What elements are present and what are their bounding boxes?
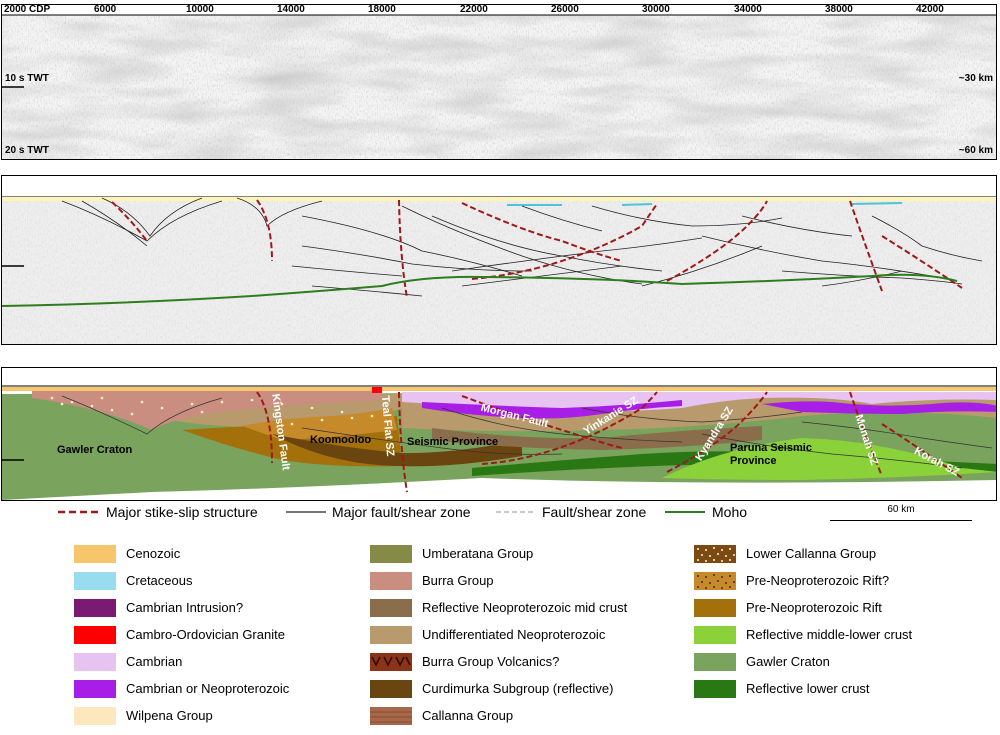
- interpreted-line-drawing-panel: [1, 175, 997, 345]
- seismic-section-panel: 2000 CDP 6000 10000 14000 18000 22000 26…: [1, 4, 997, 160]
- legend-label: Reflective Neoproterozoic mid crust: [422, 600, 628, 615]
- legend-swatch: [74, 545, 116, 563]
- cdp-tick-label: 22000: [460, 4, 488, 15]
- geological-section-panel: Gawler Craton Kingston Fault Koomooloo T…: [1, 367, 997, 501]
- legend-moho-label: Moho: [712, 504, 748, 520]
- legend-swatch: [370, 707, 412, 725]
- legend-label: Cambrian: [126, 654, 183, 669]
- legend-label: Umberatana Group: [422, 546, 534, 561]
- legend-label: Cambrian or Neoproterozoic: [126, 681, 290, 696]
- legend-swatch: [74, 572, 116, 590]
- granite-unit: [372, 387, 382, 393]
- legend-label: Undifferentiated Neoproterozoic: [422, 627, 606, 642]
- legend-swatch: [370, 572, 412, 590]
- seismic-noise: [2, 5, 996, 159]
- cdp-tick-label: 26000: [551, 4, 579, 15]
- label-koomooloo: Koomooloo: [310, 434, 372, 446]
- legend-label: Lower Callanna Group: [746, 546, 877, 561]
- depth-label-30km: ~30 km: [958, 73, 993, 84]
- legend-swatch: [370, 599, 412, 617]
- cdp-tick-label: 38000: [825, 4, 853, 15]
- cdp-tick-label: 42000: [916, 4, 944, 15]
- legend-swatch: [74, 599, 116, 617]
- cdp-tick-label: 6000: [94, 4, 117, 15]
- twt-label-20s: 20 s TWT: [5, 145, 49, 156]
- cdp-tick-label: 30000: [642, 4, 670, 15]
- legend-swatch: [74, 653, 116, 671]
- legend-label: Cenozoic: [126, 546, 181, 561]
- legend-label: Pre-Neoproterozoic Rift?: [746, 573, 890, 588]
- legend-label: Gawler Craton: [746, 654, 830, 669]
- scale-bar-label: 60 km: [887, 504, 915, 515]
- interpretation-svg: [2, 176, 996, 344]
- geology-svg: [2, 368, 996, 500]
- twt-label-10s: 10 s TWT: [5, 73, 49, 84]
- cdp-tick-label: 34000: [734, 4, 762, 15]
- legend-swatch: [694, 545, 736, 563]
- cdp-tick-label: 10000: [186, 4, 214, 15]
- legend-label: Curdimurka Subgroup (reflective): [422, 681, 614, 696]
- legend-swatch: [694, 572, 736, 590]
- label-gawler-craton: Gawler Craton: [57, 444, 133, 456]
- legend-label: Reflective lower crust: [746, 681, 870, 696]
- scale-bar: 60 km: [830, 504, 972, 526]
- legend-swatch: [694, 680, 736, 698]
- unit-legend: Cenozoic Cretaceous Cambrian Intrusion? …: [0, 540, 1000, 730]
- legend-label: Burra Group Volcanics?: [422, 654, 560, 669]
- legend-swatch: [74, 680, 116, 698]
- legend-swatch: [694, 626, 736, 644]
- legend-swatch: [370, 680, 412, 698]
- depth-label-60km: ~60 km: [958, 145, 993, 156]
- legend-label: Cretaceous: [126, 573, 193, 588]
- legend-swatch: [74, 707, 116, 725]
- legend-fault-label: Major fault/shear zone: [332, 504, 471, 520]
- cdp-tick-label: 18000: [368, 4, 396, 15]
- label-paruna-seismic-province: Paruna Seismic Province: [730, 442, 812, 467]
- surface-layer: [2, 197, 996, 201]
- legend-label: Wilpena Group: [126, 708, 213, 723]
- legend-label: Burra Group: [422, 573, 494, 588]
- legend-swatch: [370, 653, 412, 671]
- legend-strike-slip-label: Major stike-slip structure: [106, 504, 258, 520]
- scale-bar-line: [830, 520, 972, 521]
- legend-swatch: [370, 626, 412, 644]
- legend-label: Cambro-Ordovician Granite: [126, 627, 285, 642]
- legend-label: Callanna Group: [422, 708, 514, 723]
- cdp-tick-label: 2000 CDP: [4, 4, 51, 15]
- cdp-tick-label: 14000: [277, 4, 305, 15]
- legend-label: Pre-Neoproterozoic Rift: [746, 600, 882, 615]
- legend-swatch: [74, 626, 116, 644]
- legend-label: Reflective middle-lower crust: [746, 627, 913, 642]
- legend-swatch: [694, 653, 736, 671]
- legend-swatch: [370, 545, 412, 563]
- label-seismic-province: Seismic Province: [407, 436, 499, 448]
- legend-minor-fault-label: Fault/shear zone: [542, 504, 647, 520]
- legend-label: Cambrian Intrusion?: [126, 600, 244, 615]
- cenozoic-unit: [2, 387, 996, 391]
- legend-swatch: [694, 599, 736, 617]
